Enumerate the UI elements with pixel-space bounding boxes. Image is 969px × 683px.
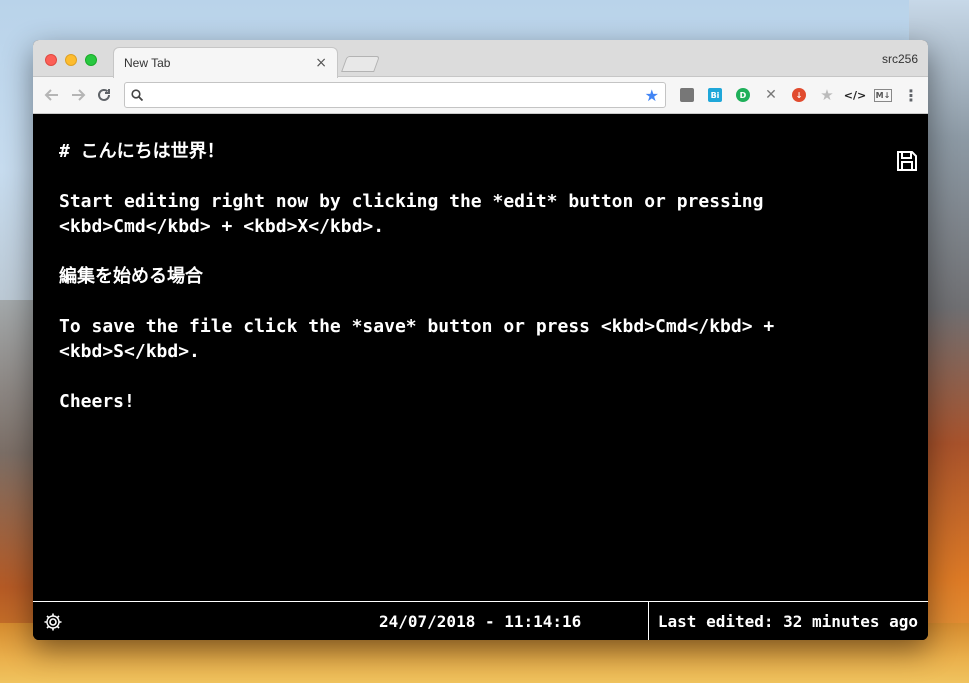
editor-line-japanese: 編集を始める場合 [59,266,203,287]
notes-extension-icon[interactable] [676,84,698,106]
back-button[interactable] [39,82,65,108]
editor-line-intro: Start editing right now by clicking the … [59,191,764,237]
bi-extension-icon[interactable]: Bi [704,84,726,106]
zoom-window-button[interactable] [85,54,97,66]
editor-area[interactable]: # こんにちは世界！ Start editing right now by cl… [33,114,928,601]
menu-kebab-icon[interactable]: ⋮ [900,84,922,106]
browser-toolbar: ★ Bi D ✕ ↓ ★ </> M↓ ⋮ [33,77,928,114]
address-input[interactable] [149,85,645,105]
bookmark-star-icon[interactable]: ★ [645,86,659,105]
gear-icon[interactable] [43,612,63,632]
status-bar: 24/07/2018 - 11:14:16 Last edited: 32 mi… [33,601,928,640]
editor-line-save-instructions: To save the file click the *save* button… [59,316,775,362]
forward-button[interactable] [65,82,91,108]
extensions-area: Bi D ✕ ↓ ★ </> M↓ ⋮ [676,84,922,106]
markdown-extension-icon[interactable]: M↓ [872,84,894,106]
tab-new-tab[interactable]: New Tab × [113,47,338,78]
pin-extension-icon[interactable]: ✕ [760,84,782,106]
tab-title: New Tab [124,56,171,70]
address-bar[interactable]: ★ [124,82,666,108]
profile-name[interactable]: src256 [882,52,918,66]
star-extension-icon[interactable]: ★ [816,84,838,106]
minimize-window-button[interactable] [65,54,77,66]
d-extension-icon[interactable]: D [732,84,754,106]
editor-line-heading: # こんにちは世界！ [59,141,225,162]
back-arrow-icon [44,89,58,101]
editor-line-cheers: Cheers! [59,391,135,412]
last-edited-label: Last edited: 32 minutes ago [657,612,918,631]
browser-window: New Tab × src256 ★ Bi D ✕ ↓ ★ </> M↓ ⋮ #… [33,40,928,640]
status-divider [648,602,649,640]
new-tab-button[interactable] [341,56,380,72]
tab-close-icon[interactable]: × [315,55,327,71]
forward-arrow-icon [71,89,86,101]
download-extension-icon[interactable]: ↓ [788,84,810,106]
tab-bar: New Tab × src256 [33,40,928,78]
code-extension-icon[interactable]: </> [844,84,866,106]
search-icon [131,89,144,101]
reload-icon [97,88,110,101]
reload-button[interactable] [91,82,117,108]
close-window-button[interactable] [45,54,57,66]
window-controls [45,54,97,66]
save-icon[interactable] [896,150,918,172]
current-datetime: 24/07/2018 - 11:14:16 [379,612,582,631]
